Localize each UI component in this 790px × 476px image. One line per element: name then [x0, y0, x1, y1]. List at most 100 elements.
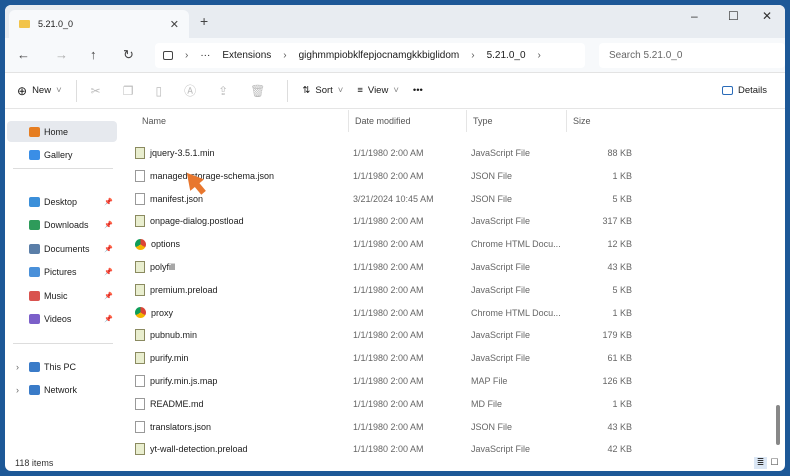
file-date: 1/1/1980 2:00 AM	[353, 307, 424, 318]
sidebar-item-home[interactable]: Home	[7, 121, 117, 142]
file-row[interactable]: options 1/1/1980 2:00 AM Chrome HTML Doc…	[120, 233, 770, 255]
crumb-version[interactable]: 5.21.0_0	[487, 50, 526, 61]
crumb-extensions[interactable]: Extensions	[222, 50, 271, 61]
chevron-right-icon: ›	[185, 50, 189, 61]
file-row[interactable]: premium.preload 1/1/1980 2:00 AM JavaScr…	[120, 279, 770, 301]
file-type: JavaScript File	[471, 284, 531, 295]
details-label: Details	[737, 85, 767, 96]
chevron-right-icon[interactable]: ›	[16, 362, 19, 372]
file-row[interactable]: polyfill 1/1/1980 2:00 AM JavaScript Fil…	[120, 256, 770, 278]
file-size: 88 KB	[607, 148, 632, 158]
column-type[interactable]: Type	[466, 110, 493, 132]
sidebar-item-this-pc[interactable]: › This PC	[7, 356, 117, 377]
cut-icon[interactable]: ✂	[91, 84, 101, 98]
divider	[75, 79, 77, 102]
chevron-right-icon[interactable]: ›	[16, 385, 19, 395]
sort-button[interactable]: ⇅ Sort ˅	[302, 85, 343, 96]
file-name: jquery-3.5.1.min	[150, 148, 215, 158]
breadcrumb[interactable]: › ··· Extensions › gighmmpiobklfepjocnam…	[155, 43, 585, 68]
pin-icon[interactable]: 📌	[104, 292, 113, 300]
sidebar-item-label: Home	[44, 126, 69, 137]
minimize-button[interactable]: –	[691, 9, 698, 23]
status-bar: 118 items ≣ ☐	[5, 455, 785, 471]
sidebar-item-documents[interactable]: Documents 📌	[7, 238, 117, 259]
sidebar-item-pictures[interactable]: Pictures 📌	[7, 261, 117, 282]
crumb-extension-id[interactable]: gighmmpiobklfepjocnamgkkbiglidom	[299, 50, 460, 61]
file-size: 1 KB	[612, 170, 632, 181]
details-view-button[interactable]: ≣	[754, 457, 767, 469]
sidebar-item-videos[interactable]: Videos 📌	[7, 308, 117, 329]
desktop-icon	[29, 196, 40, 207]
file-type: JavaScript File	[471, 444, 531, 455]
delete-icon[interactable]: 🗑	[250, 84, 265, 98]
rename-icon[interactable]: Ⓐ	[184, 82, 196, 99]
scrollbar-thumb[interactable]	[776, 405, 780, 445]
pin-icon[interactable]: 📌	[104, 315, 113, 323]
sidebar-item-downloads[interactable]: Downloads 📌	[7, 214, 117, 235]
new-tab-button[interactable]: +	[200, 13, 208, 29]
tab-title: 5.21.0_0	[38, 19, 74, 29]
file-row[interactable]: README.md 1/1/1980 2:00 AM MD File 1 KB	[120, 393, 770, 415]
back-button[interactable]: ←	[17, 47, 30, 62]
file-row[interactable]: purify.min.js.map 1/1/1980 2:00 AM MAP F…	[120, 370, 770, 392]
sidebar-item-desktop[interactable]: Desktop 📌	[7, 191, 117, 212]
column-date-modified[interactable]: Date modified	[348, 110, 411, 132]
javascript-file-icon	[135, 443, 145, 455]
view-icon: ≡	[357, 85, 363, 96]
copy-icon[interactable]: ❐	[123, 84, 134, 98]
file-type: MAP File	[471, 376, 508, 386]
file-type: JSON File	[471, 170, 513, 181]
column-headers: Name Date modified Type Size	[120, 110, 770, 132]
refresh-button[interactable]: ↻	[123, 47, 134, 63]
view-label: View	[367, 85, 389, 96]
more-crumbs-button[interactable]: ···	[200, 50, 210, 61]
file-row[interactable]: managed-storage-schema.json 1/1/1980 2:0…	[120, 165, 770, 187]
share-icon[interactable]: ⇪	[218, 84, 228, 98]
sort-icon: ⇅	[302, 85, 311, 96]
more-options-button[interactable]: •••	[413, 85, 423, 96]
pin-icon[interactable]: 📌	[104, 245, 113, 253]
forward-button[interactable]: →	[55, 47, 68, 62]
file-date: 1/1/1980 2:00 AM	[353, 284, 424, 295]
file-row[interactable]: purify.min 1/1/1980 2:00 AM JavaScript F…	[120, 347, 770, 369]
file-row[interactable]: yt-wall-detection.preload 1/1/1980 2:00 …	[120, 438, 770, 455]
file-row[interactable]: onpage-dialog.postload 1/1/1980 2:00 AM …	[120, 210, 770, 232]
close-tab-button[interactable]: ✕	[170, 18, 179, 31]
file-row[interactable]: jquery-3.5.1.min 1/1/1980 2:00 AM JavaSc…	[120, 142, 770, 164]
sidebar-item-label: Desktop	[44, 196, 78, 207]
network-icon	[29, 384, 40, 395]
up-button[interactable]: ↑	[90, 47, 97, 62]
pin-icon[interactable]: 📌	[104, 268, 113, 276]
paste-icon[interactable]: ▯	[155, 84, 162, 98]
file-size: 12 KB	[607, 239, 632, 250]
view-button[interactable]: ≡ View ˅	[357, 85, 399, 96]
file-date: 1/1/1980 2:00 AM	[353, 262, 424, 272]
sidebar-item-gallery[interactable]: Gallery	[7, 144, 117, 165]
file-row[interactable]: proxy 1/1/1980 2:00 AM Chrome HTML Docu.…	[120, 302, 770, 324]
sidebar-item-label: This PC	[44, 361, 77, 372]
file-row[interactable]: pubnub.min 1/1/1980 2:00 AM JavaScript F…	[120, 324, 770, 346]
sidebar-item-network[interactable]: › Network	[7, 379, 117, 400]
pin-icon[interactable]: 📌	[104, 221, 113, 229]
file-row[interactable]: manifest.json 3/21/2024 10:45 AM JSON Fi…	[120, 188, 770, 210]
chevron-right-icon: ›	[537, 50, 541, 61]
file-row[interactable]: translators.json 1/1/1980 2:00 AM JSON F…	[120, 416, 770, 438]
vertical-scrollbar[interactable]	[775, 110, 781, 455]
search-input[interactable]: Search 5.21.0_0	[599, 43, 785, 68]
sidebar-item-music[interactable]: Music 📌	[7, 285, 117, 306]
new-button[interactable]: ⊕ New ˅	[17, 84, 62, 98]
column-name[interactable]: Name	[120, 110, 166, 132]
file-name: managed-storage-schema.json	[150, 170, 275, 181]
maximize-button[interactable]: ☐	[728, 9, 739, 23]
close-window-button[interactable]: ✕	[762, 9, 772, 23]
column-size[interactable]: Size	[566, 110, 632, 132]
chrome-icon	[135, 307, 146, 319]
details-button[interactable]: Details	[721, 85, 767, 96]
file-date: 1/1/1980 2:00 AM	[353, 148, 424, 158]
pin-icon[interactable]: 📌	[104, 198, 113, 206]
music-icon	[29, 290, 40, 301]
tiles-view-button[interactable]: ☐	[768, 457, 781, 469]
file-type: JSON File	[471, 193, 513, 204]
sidebar-item-label: Documents	[44, 243, 90, 254]
tab-current-folder[interactable]: 5.21.0_0 ✕	[9, 10, 189, 38]
